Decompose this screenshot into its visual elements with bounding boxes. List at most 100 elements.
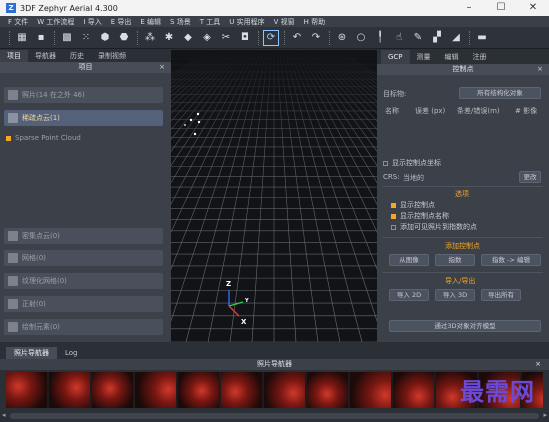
point-select-icon[interactable]: ⊛ (335, 31, 349, 45)
points-icon[interactable]: ⁙ (79, 31, 93, 45)
sparse-cloud-icon (8, 113, 18, 123)
point-cloud-icon[interactable]: ⁂ (143, 31, 157, 45)
sparse-cloud-entry[interactable]: Sparse Point Cloud (6, 134, 81, 142)
scroll-right-icon[interactable]: ▸ (543, 411, 547, 419)
col-bundle: 条差/错误(m) (457, 107, 500, 115)
tab-record-video[interactable]: 录制视频 (91, 50, 133, 62)
pick-button[interactable]: 指数 (435, 254, 475, 266)
photos-item[interactable]: 照片(14 在之外 46) (4, 87, 163, 103)
lasso-icon[interactable]: ✂ (219, 31, 233, 45)
add-visible-label: 添加可见照片到指数的点 (400, 223, 477, 231)
sparse-cloud-item[interactable]: 稀疏点云(1) (4, 110, 163, 126)
menu-help[interactable]: H 帮助 (304, 17, 326, 27)
photo-thumbnail[interactable] (92, 372, 133, 408)
hand-icon[interactable]: ☝ (392, 31, 406, 45)
3d-viewport[interactable]: Z Y X (171, 50, 377, 342)
add-visible-checkbox[interactable]: 添加可见照片到指数的点 (391, 222, 477, 232)
crs-change-button[interactable]: 更改 (519, 171, 541, 183)
camera-icon[interactable]: ◘ (238, 31, 252, 45)
pin-icon[interactable]: ╿ (373, 31, 387, 45)
toolbar-separator (469, 30, 471, 45)
import-3d-button[interactable]: 导入 3D (435, 289, 475, 301)
tab-register[interactable]: 注册 (466, 50, 494, 64)
drawing-icon (8, 322, 18, 332)
tab-history[interactable]: 历史 (63, 50, 91, 62)
show-coords-label: 显示控制点坐标 (392, 159, 441, 167)
textured-mesh-item[interactable]: 纹理化网格(0) (4, 273, 163, 289)
photo-thumbnail[interactable] (350, 372, 391, 408)
tab-gcp[interactable]: GCP (381, 50, 410, 64)
dense-cloud-item[interactable]: 密集点云(0) (4, 228, 163, 244)
axis-x-label: X (241, 318, 247, 326)
register-model-button[interactable]: 通过3D对象对齐模型 (389, 320, 541, 332)
more-icon[interactable]: ▬ (475, 31, 489, 45)
scrollbar-thumb[interactable] (10, 413, 539, 419)
tab-photo-navigator[interactable]: 照片导航器 (6, 347, 57, 359)
tab-navigator[interactable]: 导航器 (28, 50, 63, 62)
close-icon[interactable]: × (535, 359, 541, 370)
show-names-checkbox[interactable]: 显示控制点名称 (391, 211, 449, 221)
undo-icon[interactable]: ↶ (290, 31, 304, 45)
gear-icon[interactable]: ✱ (162, 31, 176, 45)
tab-measure[interactable]: 测量 (410, 50, 438, 64)
import-2d-button[interactable]: 导入 2D (389, 289, 429, 301)
menu-edit[interactable]: E 编辑 (140, 17, 161, 27)
photo-thumbnail[interactable] (264, 372, 305, 408)
tab-edit[interactable]: 编辑 (438, 50, 466, 64)
divider (383, 237, 543, 238)
photo-thumbnail[interactable] (6, 372, 47, 408)
ruler-icon[interactable]: ▞ (430, 31, 444, 45)
maximize-button[interactable]: ☐ (485, 0, 517, 16)
circle-icon[interactable]: ○ (354, 31, 368, 45)
drawing-item[interactable]: 绘制元素(0) (4, 319, 163, 335)
photo-thumbnail[interactable] (221, 372, 262, 408)
show-points-checkbox[interactable]: 显示控制点 (391, 200, 435, 210)
target-select[interactable]: 所有结构化对象 (459, 87, 541, 99)
ortho-label: 正射(0) (22, 300, 46, 308)
menu-scene[interactable]: S 场景 (170, 17, 191, 27)
mesh-cube-icon[interactable]: ◈ (200, 31, 214, 45)
paint-icon[interactable]: ✎ (411, 31, 425, 45)
close-icon[interactable]: × (159, 62, 165, 73)
solid-mesh-icon[interactable]: ⬣ (117, 31, 131, 45)
menu-export[interactable]: E 导出 (111, 17, 132, 27)
menu-file[interactable]: F 文件 (8, 17, 28, 27)
dense-cloud-icon (8, 231, 18, 241)
app-logo-icon: Z (6, 3, 16, 13)
export-all-button[interactable]: 导出所有 (481, 289, 521, 301)
palette-icon[interactable]: ▦ (15, 31, 29, 45)
photo-thumbnail[interactable] (393, 372, 434, 408)
menu-workflow[interactable]: W 工作流程 (37, 17, 74, 27)
close-icon[interactable]: × (537, 64, 543, 75)
axis-z-label: Z (226, 280, 232, 288)
divider (383, 272, 543, 273)
tab-project[interactable]: 项目 (0, 50, 28, 62)
menu-import[interactable]: I 导入 (83, 17, 101, 27)
photo-thumbnail[interactable] (178, 372, 219, 408)
menu-utilities[interactable]: U 实用程序 (229, 17, 264, 27)
project-header: 项目 × (0, 62, 171, 73)
axis-y-label: Y (245, 298, 249, 304)
minimize-button[interactable]: – (453, 0, 485, 16)
volume-icon[interactable]: ◢ (449, 31, 463, 45)
photo-thumbnail[interactable] (135, 372, 176, 408)
menu-view[interactable]: V 视窗 (274, 17, 295, 27)
mesh-item[interactable]: 网格(0) (4, 250, 163, 266)
pick-edit-button[interactable]: 指数 -> 编辑 (481, 254, 541, 266)
save-icon[interactable]: ▪ (34, 31, 48, 45)
menu-tools[interactable]: T 工具 (200, 17, 221, 27)
mesh-icon[interactable]: ⬢ (98, 31, 112, 45)
grid-icon[interactable]: ▩ (60, 31, 74, 45)
show-coords-checkbox[interactable]: 显示控制点坐标 (383, 158, 441, 168)
filmstrip-scrollbar[interactable]: ◂ ▸ (0, 410, 549, 422)
close-button[interactable]: ✕ (517, 0, 549, 16)
tab-log[interactable]: Log (57, 347, 86, 359)
from-image-button[interactable]: 从图像 (389, 254, 429, 266)
redo-icon[interactable]: ↷ (309, 31, 323, 45)
scroll-left-icon[interactable]: ◂ (2, 411, 6, 419)
mesh-wire-icon[interactable]: ◆ (181, 31, 195, 45)
ortho-item[interactable]: 正射(0) (4, 296, 163, 312)
photo-thumbnail[interactable] (307, 372, 348, 408)
photo-thumbnail[interactable] (49, 372, 90, 408)
sync-icon[interactable]: ⟳ (263, 29, 279, 46)
